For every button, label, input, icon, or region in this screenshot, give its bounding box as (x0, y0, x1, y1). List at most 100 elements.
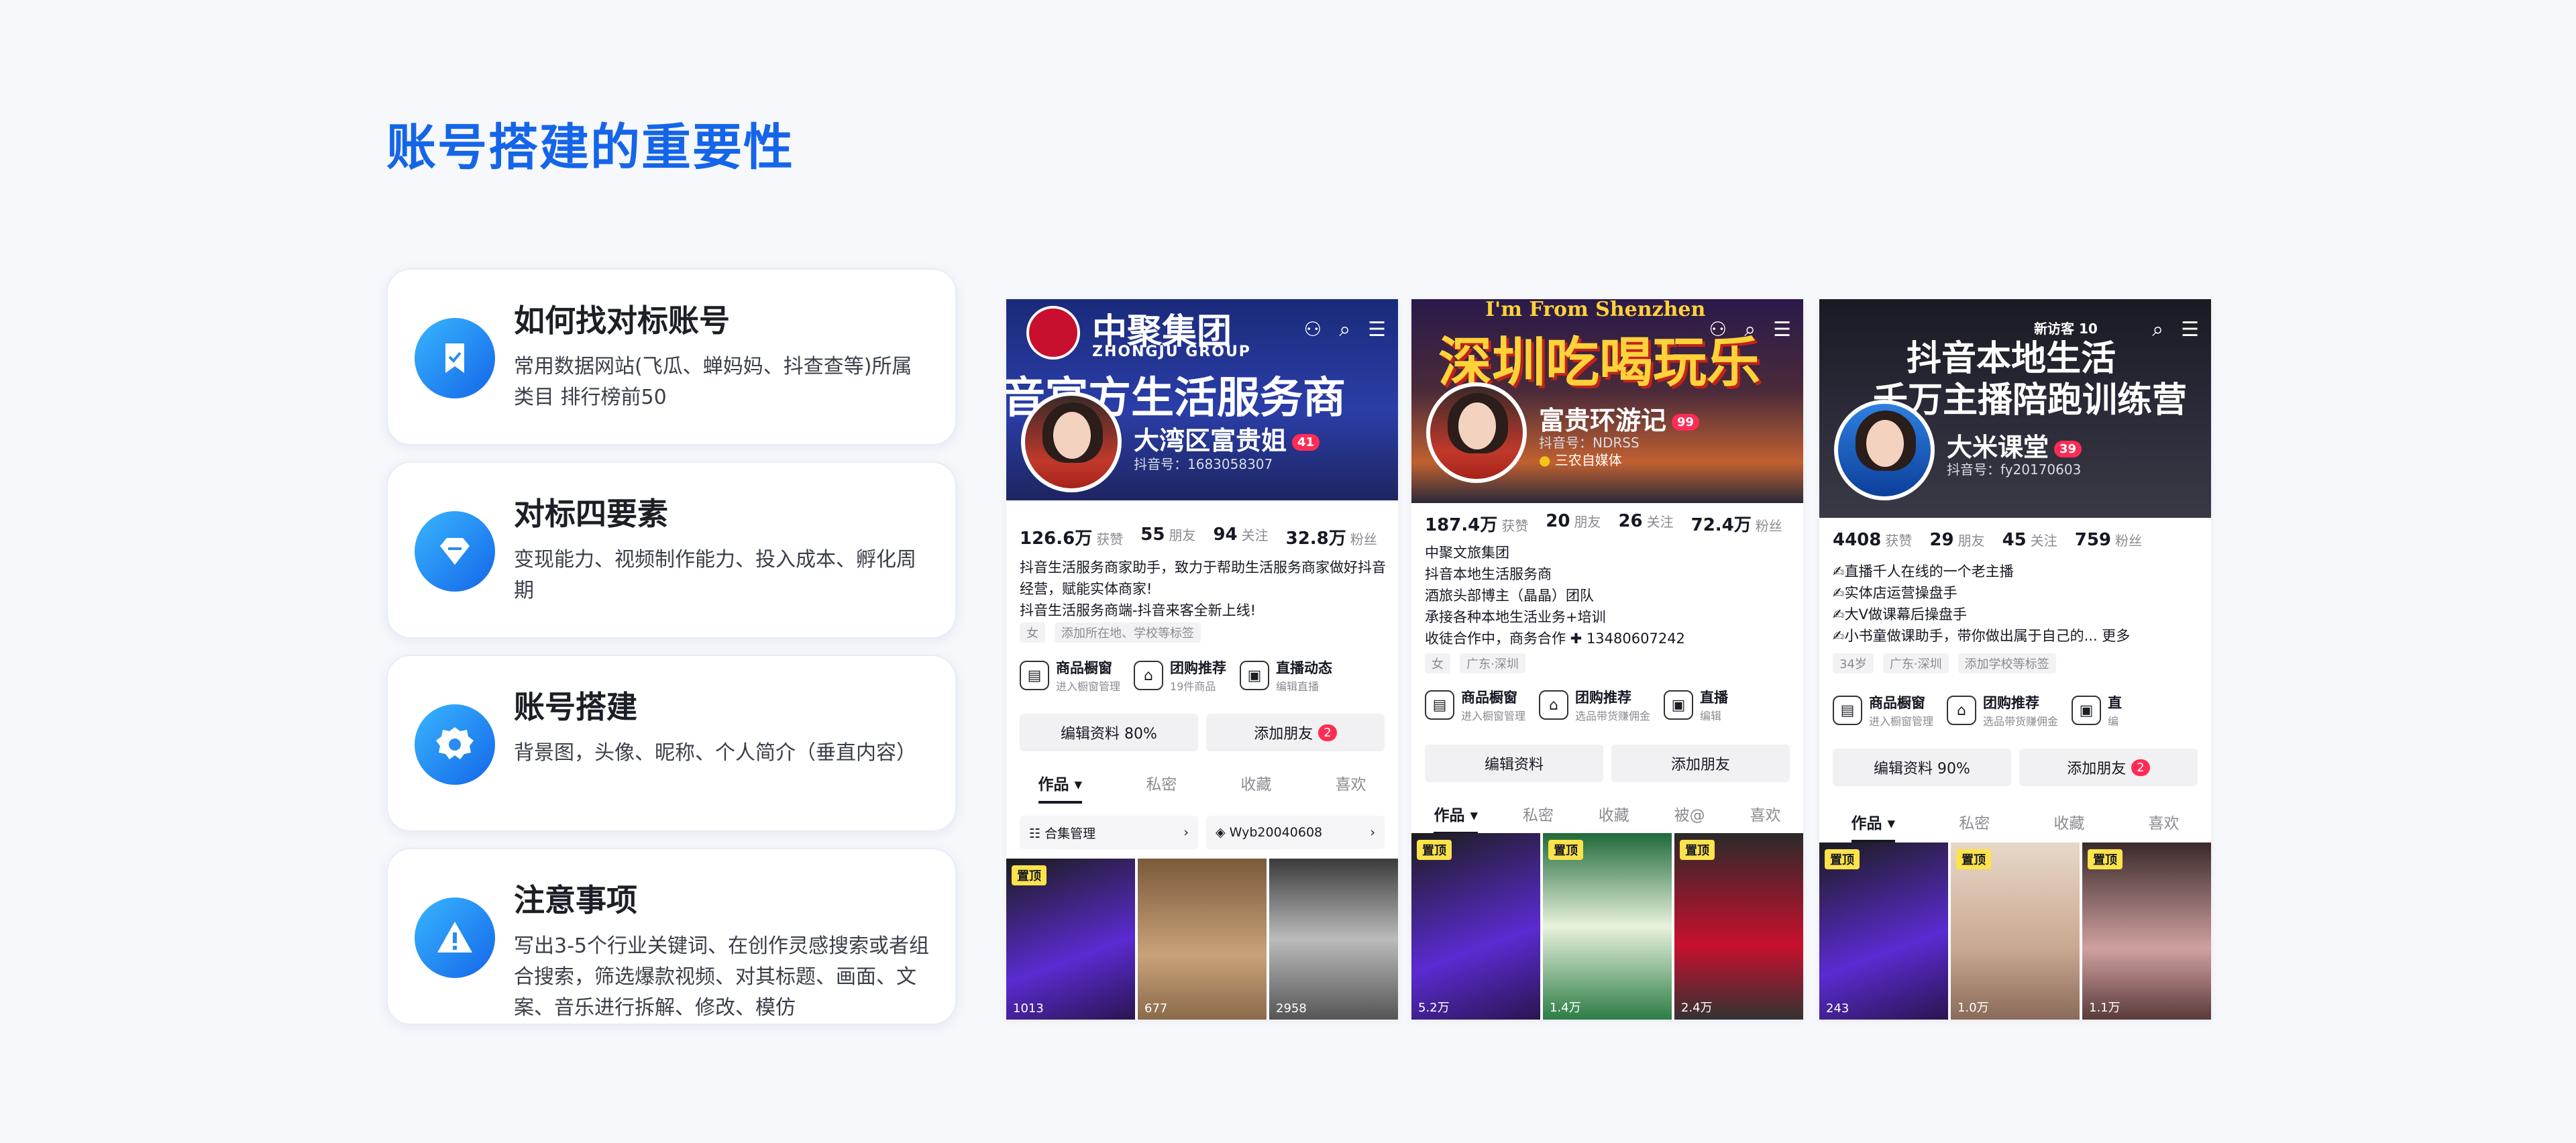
tool-groupbuy[interactable]: ⌂ 团购推荐 选品带货赚佣金 (1539, 687, 1650, 723)
tab-private[interactable]: 私密 (1959, 810, 1990, 842)
collection-item-button[interactable]: ◈ Wyb20040608 › (1206, 816, 1385, 849)
profile-stats: 126.6万 获赞 55 朋友 94 关注 32.8万 粉丝 (1020, 525, 1377, 549)
shop-icon: ▤ (1833, 696, 1862, 725)
menu-icon[interactable]: ☰ (1368, 318, 1386, 341)
friends-icon[interactable]: ⚇ (1709, 318, 1727, 341)
search-icon[interactable]: ⌕ (1744, 318, 1756, 341)
profile-category: ● 三农自媒体 (1539, 452, 1622, 468)
video-thumb[interactable]: 置顶 1.1万 (2082, 842, 2211, 1020)
card-desc: 变现能力、视频制作能力、投入成本、孵化周期 (514, 548, 916, 602)
tool-groupbuy[interactable]: ⌂ 团购推荐 选品带货赚佣金 (1947, 692, 2058, 728)
add-friend-button[interactable]: 添加朋友 2 (1206, 714, 1385, 751)
edit-profile-button[interactable]: 编辑资料 (1425, 745, 1603, 782)
card-title: 账号搭建 (514, 689, 637, 725)
page-title: 账号搭建的重要性 (386, 119, 794, 176)
bookmark-icon (415, 318, 495, 398)
add-friend-button[interactable]: 添加朋友 (1611, 745, 1790, 782)
tab-works[interactable]: 作品 ▾ (1851, 810, 1896, 842)
tab-private[interactable]: 私密 (1523, 802, 1554, 834)
level-badge: 99 (1672, 414, 1700, 431)
video-grid: 置顶 1013 677 2958 (1006, 859, 1398, 1020)
profile-bio: 中聚文旅集团 抖音本地生活服务商 酒旅头部博主（晶晶）团队 承接各种本地生活业务+培训… (1425, 545, 1685, 647)
search-icon[interactable]: ⌕ (2152, 318, 2163, 341)
warning-icon (415, 897, 495, 978)
tool-groupbuy[interactable]: ⌂ 团购推荐 19件商品 (1134, 657, 1226, 694)
tab-favorites[interactable]: 收藏 (2053, 810, 2084, 842)
avatar[interactable] (1426, 382, 1527, 483)
profile-id: 抖音号：NDRSS (1539, 435, 1640, 451)
profile-bio: ✍直播千人在线的一个老主播 ✍实体店运营操盘手 ✍大V做课幕后操盘手 ✍小书童做课助手… (1833, 563, 2131, 644)
video-thumb[interactable]: 置顶 243 (1819, 842, 1948, 1020)
top-icons: ⌕ ☰ (2152, 318, 2199, 341)
profile-tags: 女添加所在地、学校等标签 (1020, 622, 1201, 643)
card-account-setup: 账号搭建 背景图，头像、昵称、个人简介（垂直内容） (386, 655, 957, 832)
store-icon: ⌂ (1134, 661, 1164, 690)
card-title: 对标四要素 (514, 496, 668, 532)
profile-screenshot-2: I'm From Shenzhen 深圳吃喝玩乐 ⚇ ⌕ ☰ 富贵环游记 99 抖… (1411, 299, 1803, 1020)
profile-tabs: 作品 ▾ 私密 收藏 喜欢 (1006, 771, 1398, 804)
tab-likes[interactable]: 喜欢 (1335, 771, 1366, 804)
tab-private[interactable]: 私密 (1146, 771, 1177, 804)
avatar[interactable] (1834, 400, 1935, 500)
level-badge: 39 (2054, 441, 2082, 457)
card-desc: 写出3-5个行业关键词、在创作灵感搜索或者组合搜索，筛选爆款视频、对其标题、画面… (514, 934, 929, 1020)
tab-favorites[interactable]: 收藏 (1240, 771, 1271, 804)
profile-screenshot-3: 新访客 10 抖音本地生活 千万主播陪跑训练营 ⌕ ☰ 大米课堂 39 抖音号：f… (1819, 299, 2211, 1020)
collection-manage-button[interactable]: ☷ 合集管理 › (1020, 816, 1198, 849)
video-thumb[interactable]: 677 (1138, 859, 1267, 1020)
live-icon: ▣ (2072, 696, 2102, 725)
search-icon[interactable]: ⌕ (1339, 318, 1350, 341)
profile-id: 抖音号：1683058307 (1134, 456, 1273, 472)
card-title: 注意事项 (514, 882, 637, 918)
tab-works[interactable]: 作品 ▾ (1038, 771, 1083, 804)
profile-buttons: 编辑资料 80% 添加朋友 2 (1020, 714, 1385, 751)
video-thumb[interactable]: 置顶 1013 (1006, 859, 1135, 1020)
tool-live[interactable]: ▣ 直播 编辑 (1664, 687, 1728, 723)
menu-icon[interactable]: ☰ (2181, 318, 2199, 341)
card-find-benchmark: 如何找对标账号 常用数据网站(飞瓜、蝉妈妈、抖查查等)所属类目 排行榜前50 (386, 268, 957, 445)
profile-tools: ▤ 商品橱窗 进入橱窗管理 ⌂ 团购推荐 选品带货赚佣金 ▣ 直编 (1833, 692, 2211, 728)
profile-tabs: 作品 ▾ 私密 收藏 喜欢 (1819, 810, 2211, 842)
profile-tags: 34岁 广东·深圳 添加学校等标签 (1833, 653, 2056, 673)
menu-icon[interactable]: ☰ (1773, 318, 1791, 341)
tool-showcase[interactable]: ▤ 商品橱窗 进入橱窗管理 (1833, 692, 1933, 728)
avatar[interactable] (1021, 392, 1122, 492)
tab-favorites[interactable]: 收藏 (1599, 802, 1629, 834)
top-icons: ⚇ ⌕ ☰ (1709, 318, 1791, 341)
tool-showcase[interactable]: ▤ 商品橱窗 进入橱窗管理 (1020, 657, 1120, 694)
tool-live[interactable]: ▣ 直编 (2072, 692, 2122, 728)
video-grid: 置顶 5.2万 置顶 1.4万 置顶 2.4万 (1411, 833, 1803, 1020)
shop-icon: ▤ (1020, 661, 1049, 690)
card-notes: 注意事项 写出3-5个行业关键词、在创作灵感搜索或者组合搜索，筛选爆款视频、对其… (386, 848, 957, 1025)
profile-tools: ▤ 商品橱窗 进入橱窗管理 ⌂ 团购推荐 选品带货赚佣金 ▣ 直播 编辑 (1425, 687, 1803, 723)
tab-mentions[interactable]: 被@ (1674, 802, 1705, 834)
video-thumb[interactable]: 置顶 2.4万 (1674, 833, 1803, 1020)
banner-title: I'm From Shenzhen (1485, 299, 1706, 321)
tab-likes[interactable]: 喜欢 (2148, 810, 2179, 842)
live-icon: ▣ (1240, 661, 1270, 690)
level-badge: 41 (1292, 434, 1320, 451)
tool-showcase[interactable]: ▤ 商品橱窗 进入橱窗管理 (1425, 687, 1525, 723)
store-icon: ⌂ (1947, 696, 1977, 725)
profile-name: 富贵环游记 99 (1539, 400, 1700, 437)
shop-icon: ▤ (1425, 690, 1454, 720)
video-thumb[interactable]: 2958 (1269, 859, 1398, 1020)
tab-works[interactable]: 作品 ▾ (1434, 802, 1478, 834)
card-title: 如何找对标账号 (514, 303, 730, 339)
friends-icon[interactable]: ⚇ (1303, 318, 1322, 341)
video-thumb[interactable]: 置顶 1.4万 (1543, 833, 1672, 1020)
video-thumb[interactable]: 置顶 5.2万 (1411, 833, 1540, 1020)
edit-profile-button[interactable]: 编辑资料 90% (1833, 749, 2011, 786)
banner-subtitle: ZHONGJU GROUP (1092, 343, 1251, 360)
tab-likes[interactable]: 喜欢 (1750, 802, 1781, 834)
add-friend-button[interactable]: 添加朋友 2 (2019, 749, 2198, 786)
tool-live[interactable]: ▣ 直播动态 编辑直播 (1240, 657, 1332, 694)
edit-profile-button[interactable]: 编辑资料 80% (1020, 714, 1198, 751)
top-icons: ⚇ ⌕ ☰ (1303, 318, 1386, 341)
gear-icon (415, 704, 495, 785)
profile-tabs: 作品 ▾ 私密 收藏 被@ 喜欢 (1411, 802, 1803, 834)
store-icon: ⌂ (1539, 690, 1569, 720)
live-icon: ▣ (1664, 690, 1694, 720)
profile-stats: 187.4万 获赞 20 朋友 26 关注 72.4万 粉丝 (1425, 511, 1782, 535)
video-thumb[interactable]: 置顶 1.0万 (1951, 842, 2080, 1020)
